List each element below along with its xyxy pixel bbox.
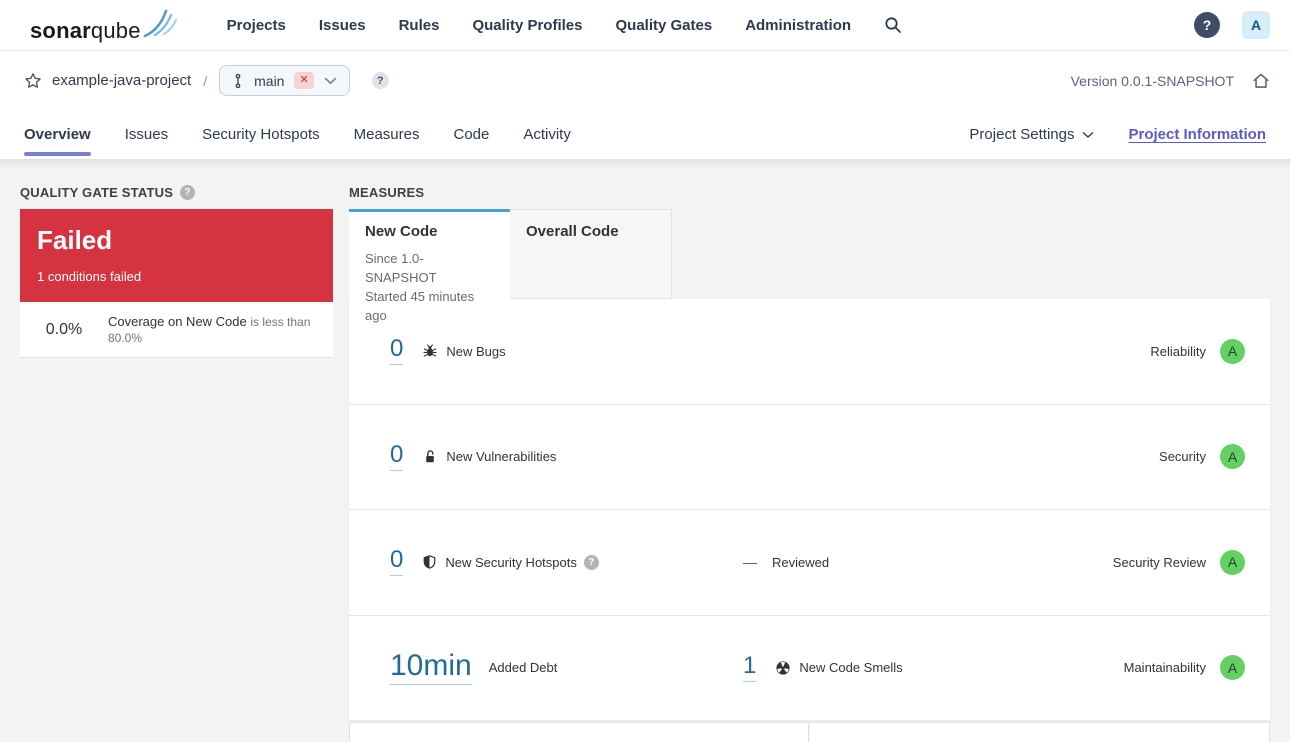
measure-label: New Code Smells xyxy=(799,660,903,676)
measure-label: New Security Hotspots xyxy=(445,554,577,570)
new-code-tab-label: New Code xyxy=(365,223,438,240)
condition-metric: Coverage on New Code xyxy=(108,313,247,329)
tab-overall-code[interactable]: Overall Code xyxy=(510,209,672,299)
avatar[interactable]: A xyxy=(1242,11,1270,39)
project-information-link[interactable]: Project Information xyxy=(1128,126,1266,143)
added-debt-value[interactable]: 10min xyxy=(390,650,472,685)
project-settings-menu[interactable]: Project Settings xyxy=(969,126,1094,143)
reviewed-metric: — Reviewed xyxy=(743,554,829,570)
shield-icon xyxy=(422,554,437,570)
category-label: Security Review xyxy=(1112,554,1206,570)
maintainability-rating-badge[interactable]: A xyxy=(1220,655,1245,681)
chevron-down-icon xyxy=(1082,131,1094,139)
branch-icon xyxy=(232,73,244,89)
top-navbar: sonarqube Projects Issues Rules Quality … xyxy=(0,0,1290,51)
measures-panel: 0 New Bugs Reliability A 0 New Vulnerabi… xyxy=(349,299,1270,720)
breadcrumb-separator: / xyxy=(203,72,208,89)
branch-selector[interactable]: main ✕ xyxy=(219,65,350,96)
measure-label: Added Debt xyxy=(488,660,558,676)
nav-item-projects[interactable]: Projects xyxy=(227,17,286,34)
quality-gate-help-icon[interactable]: ? xyxy=(180,185,196,200)
failed-condition-row[interactable]: 0.0% Coverage on New Code is less than 8… xyxy=(20,302,333,358)
overview-content: QUALITY GATE STATUS ? Failed 1 condition… xyxy=(0,159,1290,742)
search-icon[interactable] xyxy=(884,16,902,34)
breadcrumb-bar: example-java-project / main ✕ ? Version … xyxy=(0,51,1290,110)
sonarqube-swoosh-icon xyxy=(143,8,177,38)
category-label: Maintainability xyxy=(1123,660,1206,676)
tab-security-hotspots[interactable]: Security Hotspots xyxy=(202,110,320,159)
bug-icon xyxy=(422,343,438,359)
measure-row-maintainability: 10min Added Debt 1 New Code Smells Maint… xyxy=(349,614,1270,721)
security-review-rating-badge[interactable]: A xyxy=(1220,549,1245,575)
quality-gate-status-card: Failed 1 conditions failed xyxy=(20,209,333,302)
new-vulnerabilities-count[interactable]: 0 xyxy=(390,442,404,471)
chevron-down-icon[interactable] xyxy=(324,77,337,85)
coverage-panel-partial xyxy=(349,722,809,742)
category-label: Reliability xyxy=(1150,343,1206,359)
code-smell-icon xyxy=(775,660,791,676)
measure-row-vulnerabilities: 0 New Vulnerabilities Security A xyxy=(349,403,1270,510)
nav-item-issues[interactable]: Issues xyxy=(319,17,366,34)
duplications-panel-partial xyxy=(810,722,1270,742)
branch-name: main xyxy=(254,72,285,89)
tab-issues[interactable]: Issues xyxy=(125,110,168,159)
measures-tabs: New Code Since 1.0-SNAPSHOT Started 45 m… xyxy=(349,209,1270,323)
new-code-smells-metric: 1 New Code Smells xyxy=(743,653,903,682)
breadcrumb-right: Version 0.0.1-SNAPSHOT xyxy=(1071,72,1270,90)
project-tabs-bar: Overview Issues Security Hotspots Measur… xyxy=(0,110,1290,159)
close-icon[interactable]: ✕ xyxy=(294,72,314,89)
sonarqube-logo[interactable]: sonarqube xyxy=(30,8,177,42)
measure-label: New Bugs xyxy=(446,343,506,359)
measure-row-security-hotspots: 0 New Security Hotspots ? — Reviewed Sec… xyxy=(349,509,1270,615)
tab-code[interactable]: Code xyxy=(453,110,489,159)
help-icon[interactable]: ? xyxy=(1194,12,1220,38)
star-icon[interactable] xyxy=(24,72,42,90)
home-icon[interactable] xyxy=(1252,72,1270,90)
breadcrumb-project-name[interactable]: example-java-project xyxy=(52,72,191,89)
new-bugs-count[interactable]: 0 xyxy=(390,337,404,366)
measures-section: MEASURES New Code Since 1.0-SNAPSHOT Sta… xyxy=(349,185,1270,720)
version-label: Version 0.0.1-SNAPSHOT xyxy=(1070,72,1234,89)
branch-help-icon[interactable]: ? xyxy=(371,72,389,89)
nav-item-quality-profiles[interactable]: Quality Profiles xyxy=(472,17,582,34)
nav-item-administration[interactable]: Administration xyxy=(745,17,851,34)
quality-gate-section: QUALITY GATE STATUS ? Failed 1 condition… xyxy=(20,185,333,358)
overall-code-tab-label: Overall Code xyxy=(526,223,619,240)
nav-item-rules[interactable]: Rules xyxy=(399,17,440,34)
hotspots-help-icon[interactable]: ? xyxy=(583,554,599,570)
tab-new-code[interactable]: New Code Since 1.0-SNAPSHOT Started 45 m… xyxy=(349,209,510,323)
new-code-since: Since 1.0-SNAPSHOT xyxy=(365,251,437,285)
main-nav: Projects Issues Rules Quality Profiles Q… xyxy=(227,17,851,34)
measure-row-bugs: 0 New Bugs Reliability A xyxy=(349,299,1270,404)
reviewed-label: Reviewed xyxy=(772,554,830,570)
measure-label: New Vulnerabilities xyxy=(446,449,557,465)
quality-gate-conditions-summary: 1 conditions failed xyxy=(37,269,142,284)
breadcrumb: example-java-project / main ✕ ? xyxy=(24,65,389,96)
project-settings-label: Project Settings xyxy=(969,126,1075,143)
quality-gate-heading: QUALITY GATE STATUS xyxy=(20,185,174,200)
nav-item-quality-gates[interactable]: Quality Gates xyxy=(615,17,712,34)
tab-measures[interactable]: Measures xyxy=(354,110,420,159)
project-tabs: Overview Issues Security Hotspots Measur… xyxy=(24,110,571,159)
tab-activity[interactable]: Activity xyxy=(523,110,571,159)
lock-icon xyxy=(422,449,438,465)
measures-heading: MEASURES xyxy=(349,185,425,200)
navbar-right: ? A xyxy=(1194,11,1270,39)
tab-overview[interactable]: Overview xyxy=(24,110,91,159)
security-rating-badge[interactable]: A xyxy=(1220,444,1245,470)
reliability-rating-badge[interactable]: A xyxy=(1220,338,1245,364)
quality-gate-status: Failed xyxy=(37,225,113,255)
new-code-smells-count[interactable]: 1 xyxy=(743,653,757,682)
condition-value: 0.0% xyxy=(45,320,83,338)
tabs-right: Project Settings Project Information xyxy=(969,126,1266,143)
reviewed-dash: — xyxy=(743,554,757,571)
new-security-hotspots-count[interactable]: 0 xyxy=(390,548,404,577)
logo-text: sonarqube xyxy=(30,18,141,43)
category-label: Security xyxy=(1159,449,1206,465)
